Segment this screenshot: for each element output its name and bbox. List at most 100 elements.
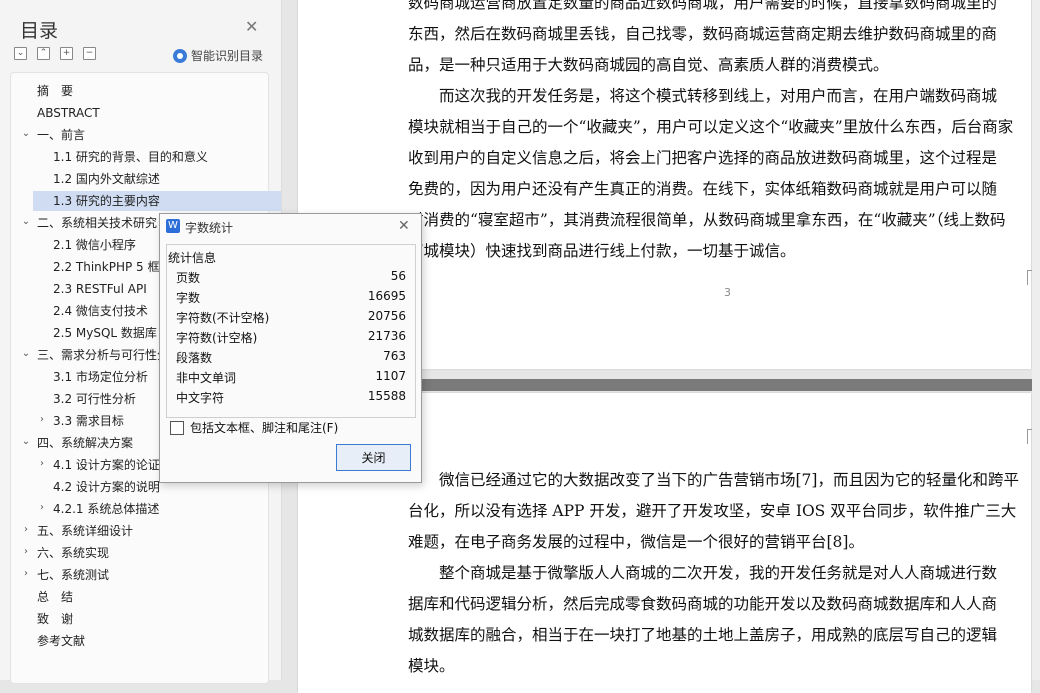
chevron-down-icon[interactable]: ⌄ [21,436,31,447]
checkbox-box[interactable] [170,420,184,435]
toc-item-label: 2.4 微信支付技术 [53,304,148,318]
stat-row: 中文字符 15588 [176,387,406,407]
stat-label: 字数 [176,291,201,305]
add-icon[interactable]: + [60,47,73,60]
stat-row: 字符数(不计空格) 20756 [176,307,406,327]
stat-row: 非中文单词 1107 [176,367,406,387]
toc-item-label: 2.1 微信小程序 [53,238,136,252]
smart-toc-label: 智能识别目录 [191,49,264,63]
body-text-line: 模块就相当于自己的一个“收藏夹”，用户可以定义这个“收藏夹”里放什么东西，后台商… [408,118,1014,136]
stat-row: 字数 16695 [176,287,406,307]
chevron-right-icon[interactable]: › [21,568,31,579]
chevron-right-icon[interactable]: › [37,458,47,469]
wps-logo-icon: W [166,219,180,233]
toc-item-label: 3.2 可行性分析 [53,392,136,406]
toc-item[interactable]: 摘 要 [37,81,239,101]
remove-icon[interactable]: − [83,47,96,60]
toc-item-label: 致 谢 [37,612,74,626]
toc-item[interactable]: 一、前言 [37,125,239,145]
smart-icon [173,48,187,63]
body-text-line: 而这次我的开发任务是，将这个模式转移到线上，对用户而言，在用户端数码商城 [408,87,998,105]
close-button[interactable]: 关闭 [336,444,411,471]
include-textbox-checkbox[interactable]: 包括文本框、脚注和尾注(F) [170,419,338,436]
expand-icon[interactable]: ⌃ [37,47,50,60]
body-text-line: 据库和代码逻辑分析，然后完成零食数码商城的功能开发以及数码商城数据库和人人商 [408,595,998,613]
chevron-right-icon[interactable]: › [37,502,47,513]
toc-item-label: 1.1 研究的背景、目的和意义 [53,150,208,164]
toc-item-label: 4.1 设计方案的论证 [53,458,160,472]
chevron-right-icon[interactable]: › [21,546,31,557]
stat-value: 16695 [367,289,406,303]
body-text-line: 免费的，因为用户还没有产生真正的消费。在线下，实体纸箱数码商城就是用户可以随 [408,180,998,198]
stat-row: 页数 56 [176,267,406,287]
stat-value: 1107 [375,369,406,383]
body-text-line: 收到用户的自定义信息之后，将会上门把客户选择的商品放进数码商城里，这个过程是 [408,149,998,167]
toc-item-label: 4.2 设计方案的说明 [53,480,160,494]
stat-label: 中文字符 [176,391,225,405]
body-text-line: 东西，然后在数码商城里丢钱，自己找零，数码商城运营商定期去维护数码商城里的商 [408,25,998,43]
stat-row: 段落数 763 [176,347,406,367]
toc-item-label: 五、系统详细设计 [37,524,134,538]
toc-item[interactable]: 1.3 研究的主要内容 [33,191,281,211]
chevron-down-icon[interactable]: ⌄ [21,348,31,359]
smart-toc-button[interactable]: 智能识别目录 [173,47,263,64]
body-text-line: 数码商城运营商放置定数量的商品近数码商城，用户需要的时候，直接拿数码商城里的 [408,0,998,12]
checkbox-label: 包括文本框、脚注和尾注(F) [190,421,339,435]
toc-item[interactable]: 致 谢 [37,609,239,629]
close-icon[interactable]: ✕ [245,19,258,35]
toc-item-label: 3.3 需求目标 [53,414,124,428]
body-text-line: 模块。 [408,657,455,675]
stat-label: 页数 [176,271,201,285]
close-icon[interactable]: ✕ [398,218,410,234]
toc-item-label: 七、系统测试 [37,568,110,582]
toc-item-label: 2.2 ThinkPHP 5 框架 [53,260,172,274]
stat-label: 字符数(不计空格) [176,311,270,325]
toc-item[interactable]: 1.1 研究的背景、目的和意义 [53,147,239,167]
stat-value: 21736 [367,329,406,343]
chevron-right-icon[interactable]: › [21,524,31,535]
vertical-scrollbar[interactable] [1032,0,1040,680]
toc-item-label: 4.2.1 系统总体描述 [53,502,160,516]
chevron-right-icon[interactable]: › [37,414,47,425]
word-count-dialog: W 字数统计 ✕ 统计信息 页数 56 字数 16695 字符数(不计空格) 20756 字… [159,213,422,483]
toc-item[interactable]: 1.2 国内外文献综述 [53,169,239,189]
toc-item-label: 2.5 MySQL 数据库 [53,326,157,340]
page-number: 3 [724,286,731,299]
toc-item-label: 1.3 研究的主要内容 [53,194,160,208]
stat-value: 20756 [367,309,406,323]
toc-item-label: 二、系统相关技术研究 [37,216,158,230]
collapse-icon[interactable]: ⌄ [14,47,27,60]
toc-item[interactable]: 总 结 [37,587,239,607]
body-text-line: 品，是一种只适用于大数码商城园的高自觉、高素质人群的消费模式。 [408,56,889,74]
toc-item[interactable]: 五、系统详细设计 [37,521,239,541]
body-text-line: 城数据库的融合，相当于在一块打了地基的土地上盖房子，用成熟的底层写自己的逻辑 [408,626,998,644]
toc-item-label: 六、系统实现 [37,546,110,560]
dialog-title: 字数统计 [185,221,234,235]
stat-label: 段落数 [176,351,213,365]
toc-item-label: 摘 要 [37,84,74,98]
toc-item[interactable]: 六、系统实现 [37,543,239,563]
body-text-line: 时消费的“寝室超市”，其消费流程很简单，从数码商城里拿东西，在“收藏夹”（线上数… [408,211,1006,229]
toc-item-label: 3.1 市场定位分析 [53,370,148,384]
toc-item-label: 总 结 [37,590,74,604]
dialog-titlebar[interactable]: W 字数统计 ✕ [160,214,421,238]
toc-title: 目录 [20,20,59,42]
toc-item[interactable]: 4.2.1 系统总体描述 [53,499,239,519]
toc-item[interactable]: 七、系统测试 [37,565,239,585]
body-text-line: 难题，在电子商务发展的过程中，微信是一个很好的营销平台[8]。 [408,533,864,551]
toc-item-label: 四、系统解决方案 [37,436,134,450]
toc-item[interactable]: ABSTRACT [37,103,239,123]
stat-value: 763 [383,349,406,363]
stat-row: 字符数(计空格) 21736 [176,327,406,347]
stat-value: 15588 [367,389,406,403]
chevron-down-icon[interactable]: ⌄ [21,128,31,139]
toc-toolbar: ⌄ ⌃ + − [14,47,96,60]
stat-label: 字符数(计空格) [176,331,258,345]
stat-label: 非中文单词 [176,371,237,385]
chevron-down-icon[interactable]: ⌄ [21,216,31,227]
toc-item-label: ABSTRACT [37,106,100,120]
toc-item[interactable]: 参考文献 [37,631,239,651]
body-text-line: 微信已经通过它的大数据改变了当下的广告营销市场[7]，而且因为它的轻量化和跨平 [408,471,1019,489]
body-text-line: 商城模块）快速找到商品进行线上付款，一切基于诚信。 [408,242,796,260]
stat-value: 56 [390,269,406,283]
